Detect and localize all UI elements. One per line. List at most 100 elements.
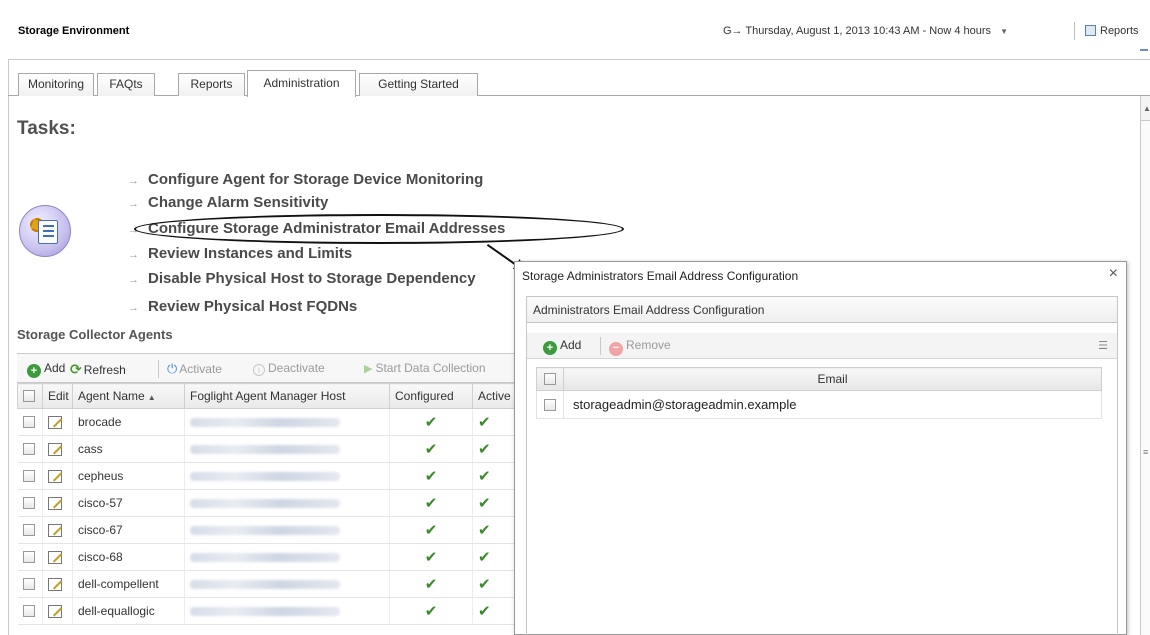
agent-name: cass [72, 435, 185, 463]
redacted-host [190, 499, 340, 509]
divider [1074, 22, 1075, 40]
column-header-edit: Edit [42, 383, 73, 409]
agent-name: dell-compellent [72, 570, 185, 598]
tasks-icon [19, 205, 71, 257]
row-checkbox[interactable] [22, 443, 35, 455]
deactivate-button[interactable]: i Deactivate [253, 361, 325, 376]
tab-faqts[interactable]: FAQts [97, 73, 155, 96]
task-change-alarm-sensitivity[interactable]: → Change Alarm Sensitivity [128, 194, 328, 211]
tasks-title: Tasks: [17, 118, 76, 139]
agent-name: dell-equallogic [72, 597, 185, 625]
dialog-toolbar: + Add − Remove ☰ [527, 333, 1117, 359]
row-checkbox[interactable] [22, 578, 35, 590]
agent-name: cisco-68 [72, 543, 185, 571]
column-header-agent-name[interactable]: Agent Name ▲ [72, 383, 185, 409]
table-row: cisco-57 ✔ ✔ [17, 489, 528, 517]
add-icon: + [543, 341, 557, 355]
edit-icon[interactable] [48, 497, 62, 510]
task-configure-agent[interactable]: → Configure Agent for Storage Device Moni… [128, 171, 483, 188]
table-row: brocade ✔ ✔ [17, 408, 528, 436]
table-header-row: Email [536, 367, 1102, 391]
header-menu-tick [1140, 49, 1148, 51]
time-range-label: Thursday, August 1, 2013 10:43 AM - Now … [745, 25, 992, 37]
table-row: cass ✔ ✔ [17, 435, 528, 463]
configured-check-icon: ✔ [424, 414, 438, 431]
column-header-configured[interactable]: Configured [389, 383, 473, 409]
scroll-up-icon[interactable]: ▲ [1143, 104, 1150, 113]
active-check-icon: ✔ [478, 549, 491, 566]
edit-icon[interactable] [48, 443, 62, 456]
tab-monitoring[interactable]: Monitoring [18, 73, 94, 96]
divider [158, 360, 159, 378]
time-range-selector[interactable]: G→ Thursday, August 1, 2013 10:43 AM - N… [723, 25, 1008, 37]
deactivate-icon: i [253, 364, 265, 376]
add-email-button[interactable]: + Add [543, 338, 581, 355]
resize-grip-icon[interactable]: ≡ [1143, 447, 1148, 457]
start-data-collection-button[interactable]: ▶ Start Data Collection [364, 361, 486, 375]
edit-icon[interactable] [48, 551, 62, 564]
table-row: cisco-67 ✔ ✔ [17, 516, 528, 544]
active-check-icon: ✔ [478, 522, 491, 539]
select-all-checkbox[interactable] [23, 390, 35, 402]
table-row[interactable]: storageadmin@storageadmin.example [536, 390, 1102, 419]
configured-check-icon: ✔ [424, 441, 438, 458]
configured-check-icon: ✔ [424, 576, 438, 593]
column-header-host[interactable]: Foglight Agent Manager Host [184, 383, 390, 409]
redacted-host [190, 526, 340, 536]
refresh-button[interactable]: ⟳ Refresh [70, 361, 126, 378]
row-checkbox[interactable] [22, 551, 35, 563]
redacted-host [190, 607, 340, 617]
task-disable-host-dependency[interactable]: → Disable Physical Host to Storage Depend… [128, 270, 476, 287]
reports-label: Reports [1100, 25, 1139, 37]
panel-title: Administrators Email Address Configurati… [527, 297, 1117, 323]
agent-name: brocade [72, 408, 185, 436]
row-checkbox[interactable] [22, 470, 35, 482]
edit-icon[interactable] [48, 470, 62, 483]
reports-button[interactable]: Reports [1085, 25, 1139, 37]
active-check-icon: ✔ [478, 576, 491, 593]
row-checkbox[interactable] [22, 524, 35, 536]
scrollbar-thumb[interactable] [1141, 120, 1150, 635]
agents-table: Edit Agent Name ▲ Foglight Agent Manager … [17, 383, 528, 625]
environment-title: Storage Environment [18, 25, 130, 37]
add-agent-button[interactable]: + Add [27, 361, 65, 378]
email-config-panel: Administrators Email Address Configurati… [526, 296, 1118, 635]
edit-icon[interactable] [48, 416, 62, 429]
row-checkbox[interactable] [22, 497, 35, 509]
email-config-dialog: Storage Administrators Email Address Con… [514, 261, 1127, 635]
edit-icon[interactable] [48, 605, 62, 618]
arrow-icon: → [128, 249, 139, 261]
row-checkbox[interactable] [22, 416, 35, 428]
active-check-icon: ✔ [478, 495, 491, 512]
agents-toolbar: + Add ⟳ Refresh ⏻ Activate i Deactivate ▶ Sta… [17, 353, 527, 383]
select-all-header [536, 367, 564, 391]
divider [600, 337, 601, 355]
configured-check-icon: ✔ [424, 522, 438, 539]
select-all-checkbox[interactable] [544, 373, 556, 385]
tab-reports[interactable]: Reports [178, 73, 245, 96]
tab-bar: Monitoring FAQts Reports Administration … [8, 60, 1150, 97]
column-menu-icon[interactable]: ☰ [1098, 339, 1108, 352]
chevron-down-icon: ▼ [1000, 27, 1009, 36]
time-icon: G→ [723, 25, 743, 37]
table-row: cepheus ✔ ✔ [17, 462, 528, 490]
activate-button[interactable]: ⏻ Activate [167, 361, 222, 377]
column-header-email[interactable]: Email [563, 367, 1102, 391]
task-review-fqdns[interactable]: → Review Physical Host FQDNs [128, 298, 357, 315]
remove-email-button[interactable]: − Remove [609, 338, 671, 356]
table-row: cisco-68 ✔ ✔ [17, 543, 528, 571]
task-review-instances[interactable]: → Review Instances and Limits [128, 245, 352, 262]
edit-icon[interactable] [48, 578, 62, 591]
tab-getting-started[interactable]: Getting Started [359, 73, 478, 96]
refresh-icon: ⟳ [70, 361, 82, 377]
redacted-host [190, 580, 340, 590]
configured-check-icon: ✔ [424, 468, 438, 485]
row-checkbox[interactable] [544, 399, 556, 411]
close-icon[interactable]: × [1109, 265, 1118, 283]
configured-check-icon: ✔ [424, 603, 438, 620]
tab-administration[interactable]: Administration [247, 70, 356, 97]
redacted-host [190, 553, 340, 563]
row-checkbox[interactable] [22, 605, 35, 617]
table-row: dell-equallogic ✔ ✔ [17, 597, 528, 625]
edit-icon[interactable] [48, 524, 62, 537]
